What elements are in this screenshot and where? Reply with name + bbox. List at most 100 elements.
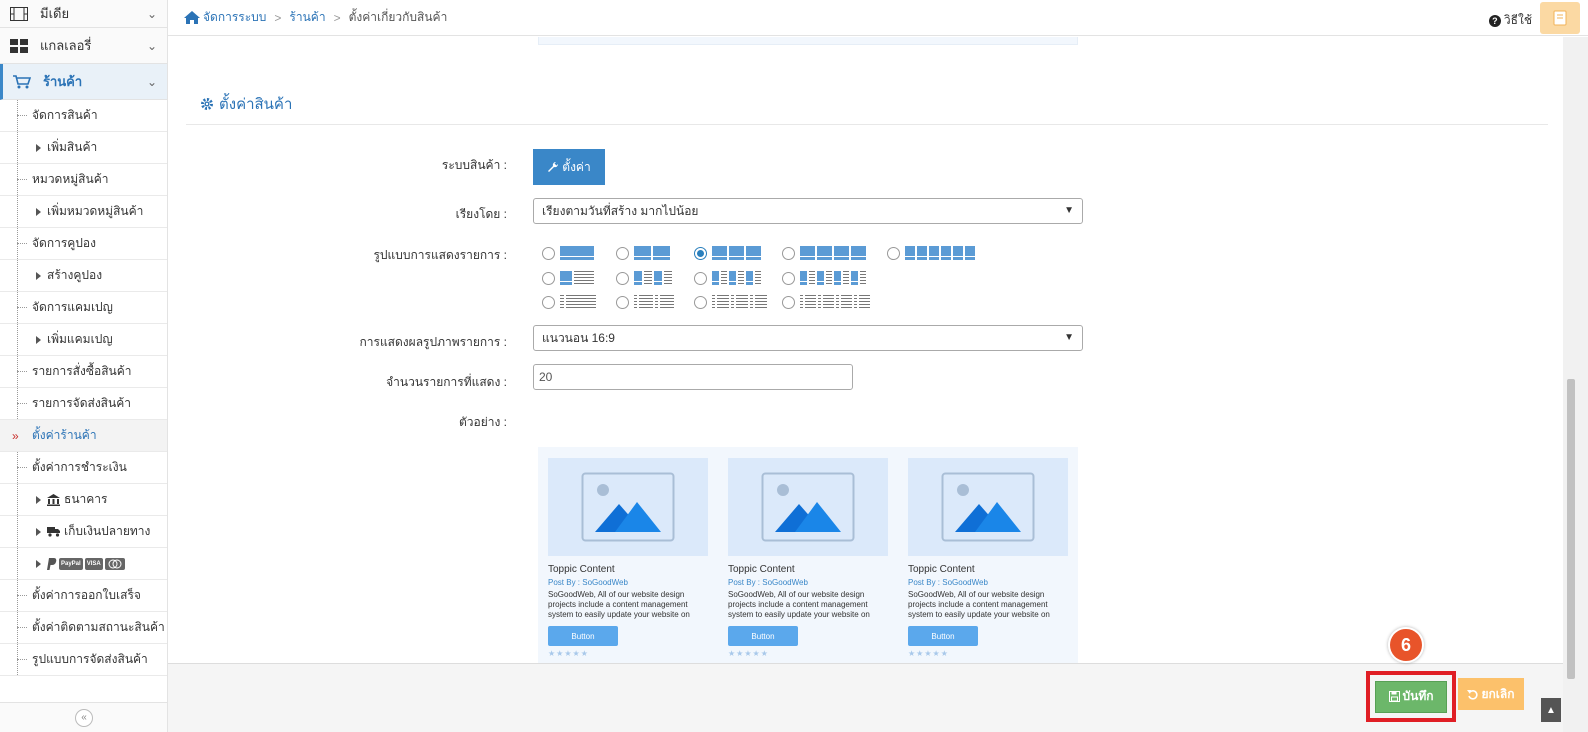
layout-option-row1-col5[interactable] <box>887 246 975 260</box>
radio-button[interactable] <box>782 246 795 260</box>
caret-right-icon <box>36 143 41 152</box>
radio-button[interactable] <box>616 295 629 309</box>
page-scrollbar[interactable] <box>1563 37 1588 732</box>
cancel-button-label: ยกเลิก <box>1481 686 1515 701</box>
sidebar-item-label: ธนาคาร <box>64 492 108 506</box>
radio-button[interactable] <box>694 295 707 309</box>
example-label: ตัวอย่าง : <box>458 415 507 429</box>
card-button: Button <box>548 626 618 646</box>
home-icon[interactable] <box>184 11 200 24</box>
layout-option-row2-col2[interactable] <box>616 271 672 285</box>
sidebar-item-cod[interactable]: เก็บเงินปลายทาง <box>0 516 167 548</box>
breadcrumb-home-link[interactable]: จัดการระบบ <box>203 8 266 27</box>
top-bar: จัดการระบบ > ร้านค้า > ตั้งค่าเกี่ยวกับส… <box>168 0 1588 36</box>
save-button[interactable]: บันทึก <box>1375 680 1447 713</box>
layout-6col-icon <box>905 246 975 260</box>
image-display-value: แนวนอน 16:9 <box>542 330 615 345</box>
layout-option-row3-col2[interactable] <box>616 295 674 309</box>
sidebar-item-add-category[interactable]: เพิ่มหมวดหมู่สินค้า <box>0 196 167 228</box>
sidebar-item-bank[interactable]: ธนาคาร <box>0 484 167 516</box>
sidebar-item-online-payment[interactable]: PayPal VISA <box>0 548 167 580</box>
sidebar-item-add-product[interactable]: เพิ่มสินค้า <box>0 132 167 164</box>
card-title: Toppic Content <box>908 564 975 575</box>
image-placeholder-icon <box>548 458 708 556</box>
cancel-button[interactable]: ยกเลิก <box>1458 678 1524 710</box>
layout-option-row1-col2[interactable] <box>616 246 670 260</box>
radio-button[interactable] <box>616 246 629 260</box>
layout-option-row1-col4[interactable] <box>782 246 866 260</box>
sidebar-item-payment-settings[interactable]: ตั้งค่าการชำระเงิน <box>0 452 167 484</box>
sidebar-footer: « <box>0 702 167 732</box>
layout-option-row3-col3[interactable] <box>694 295 767 309</box>
image-display-select[interactable]: แนวนอน 16:9 ▼ <box>533 325 1083 351</box>
sidebar-item-add-campaign[interactable]: เพิ่มแคมเปญ <box>0 324 167 356</box>
sidebar-item-shipping-methods[interactable]: รูปแบบการจัดส่งสินค้า <box>0 644 167 676</box>
layout-option-row2-col3[interactable] <box>694 271 761 285</box>
caret-right-icon <box>36 527 41 536</box>
item-count-input[interactable]: 20 <box>533 364 853 390</box>
layout-option-row2-col4[interactable] <box>782 271 866 285</box>
sidebar-item-create-coupon[interactable]: สร้างคูปอง <box>0 260 167 292</box>
radio-button[interactable] <box>542 295 555 309</box>
layout-3col-icon <box>712 246 761 260</box>
sidebar-item-shipments[interactable]: รายการจัดส่งสินค้า <box>0 388 167 420</box>
layout-label: รูปแบบการแสดงรายการ : <box>373 248 507 262</box>
manual-button[interactable] <box>1540 2 1580 34</box>
sort-select[interactable]: เรียงตามวันที่สร้าง มากไปน้อย ▼ <box>533 198 1083 224</box>
layout-option-row3-col4[interactable] <box>782 295 870 309</box>
sidebar-item-shop-settings[interactable]: » ตั้งค่าร้านค้า <box>0 420 167 452</box>
scrollbar-thumb[interactable] <box>1567 379 1575 679</box>
layout-2col-icon <box>634 246 670 260</box>
sidebar-item-label: หมวดหมู่สินค้า <box>32 172 109 186</box>
card-rating: ★★★★★ <box>728 649 769 658</box>
layout-option-row2-col1[interactable] <box>542 271 594 285</box>
sidebar-item-label: รายการสั่งซื้อสินค้า <box>32 364 132 378</box>
product-settings-button[interactable]: ตั้งค่า <box>533 149 605 185</box>
card-author: Post By : SoGoodWeb <box>728 578 808 587</box>
sidebar-item-media[interactable]: มีเดีย ⌄ <box>0 0 167 28</box>
scroll-top-button[interactable]: ▲ <box>1541 698 1561 722</box>
card-description: SoGoodWeb, All of our website design pro… <box>728 590 870 619</box>
chevron-down-icon: ⌄ <box>146 74 157 89</box>
radio-button[interactable] <box>542 271 555 285</box>
sidebar-item-receipt-settings[interactable]: ตั้งค่าการออกใบเสร็จ <box>0 580 167 612</box>
previous-section-edge <box>538 37 1078 45</box>
help-link[interactable]: ? วิธีใช้ <box>1488 11 1532 30</box>
radio-button[interactable] <box>616 271 629 285</box>
radio-button[interactable] <box>694 271 707 285</box>
section-divider <box>186 124 1548 125</box>
layout-option-row1-col1[interactable] <box>542 246 594 260</box>
sidebar-item-orders[interactable]: รายการสั่งซื้อสินค้า <box>0 356 167 388</box>
caret-right-icon <box>36 207 41 216</box>
card-button: Button <box>728 626 798 646</box>
sidebar-item-manage-products[interactable]: จัดการสินค้า <box>0 100 167 132</box>
sidebar-item-campaigns[interactable]: จัดการแคมเปญ <box>0 292 167 324</box>
radio-button[interactable] <box>542 246 555 260</box>
layout-option-row3-col1[interactable] <box>542 295 596 309</box>
radio-button[interactable] <box>782 271 795 285</box>
sidebar-item-label: แกลเลอรี่ <box>40 38 92 53</box>
sidebar-item-label: เพิ่มแคมเปญ <box>47 332 113 346</box>
breadcrumb-shop-link[interactable]: ร้านค้า <box>289 8 325 27</box>
sidebar-item-label: เพิ่มหมวดหมู่สินค้า <box>47 204 144 218</box>
preview-card: Toppic Content Post By : SoGoodWeb SoGoo… <box>548 458 708 658</box>
layout-list-2col-icon <box>634 271 672 285</box>
caret-right-icon <box>36 495 41 504</box>
layout-option-row1-col3[interactable] <box>694 246 761 260</box>
chevron-up-icon: ▲ <box>1546 704 1556 716</box>
radio-button[interactable] <box>782 295 795 309</box>
sidebar-item-label: ตั้งค่าการชำระเงิน <box>32 460 127 474</box>
sidebar-item-categories[interactable]: หมวดหมู่สินค้า <box>0 164 167 196</box>
sidebar-item-gallery[interactable]: แกลเลอรี่ ⌄ <box>0 28 167 64</box>
breadcrumb-separator: > <box>333 10 341 25</box>
layout-text-1col-icon <box>560 295 596 309</box>
sidebar-item-tracking-settings[interactable]: ตั้งค่าติดตามสถานะสินค้า <box>0 612 167 644</box>
sidebar-item-coupons[interactable]: จัดการคูปอง <box>0 228 167 260</box>
collapse-sidebar-button[interactable]: « <box>75 708 93 727</box>
image-placeholder-icon <box>728 458 888 556</box>
radio-button-selected[interactable] <box>694 246 707 260</box>
radio-button[interactable] <box>887 246 900 260</box>
wrench-icon <box>548 161 559 172</box>
layout-text-4col-icon <box>800 295 870 309</box>
sidebar-item-shop[interactable]: ร้านค้า ⌄ <box>0 64 167 100</box>
